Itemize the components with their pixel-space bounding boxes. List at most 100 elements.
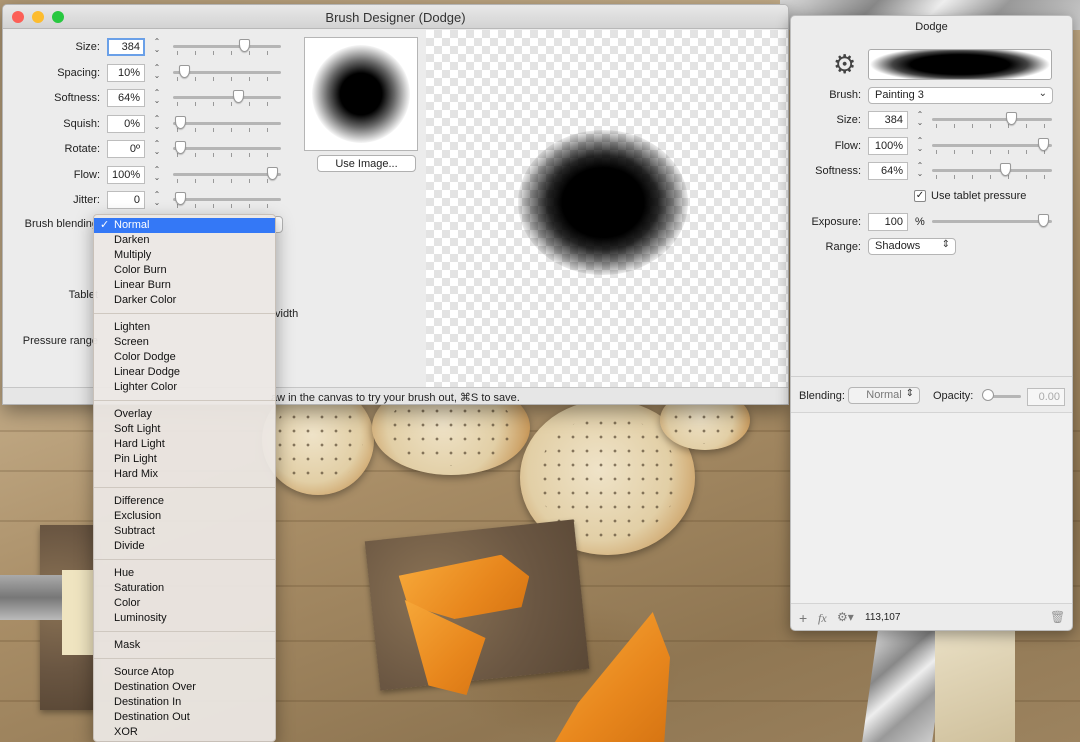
menu-item-subtract[interactable]: Subtract: [94, 524, 275, 539]
checkmark-icon: ✓: [100, 219, 110, 231]
menu-item-overlay[interactable]: Overlay: [94, 407, 275, 422]
rotate-label: Rotate:: [64, 143, 100, 155]
menu-item-linear-burn[interactable]: Linear Burn: [94, 278, 275, 293]
softness-label: Softness:: [54, 92, 100, 104]
spacing-stepper[interactable]: ⌃ ⌄: [152, 64, 162, 82]
panel-title: Dodge: [915, 21, 948, 33]
rotate-slider[interactable]: [173, 147, 281, 150]
flow-field[interactable]: 100%: [107, 166, 145, 184]
menu-item-lighter-color[interactable]: Lighter Color: [94, 380, 275, 395]
menu-item-soft-light[interactable]: Soft Light: [94, 422, 275, 437]
exposure-slider[interactable]: [932, 220, 1052, 223]
menu-item-hard-mix[interactable]: Hard Mix: [94, 467, 275, 482]
menu-separator: [94, 487, 275, 488]
squish-slider-ticks: [177, 128, 281, 132]
use-image-button[interactable]: Use Image...: [317, 155, 416, 172]
softness-field[interactable]: 64%: [107, 89, 145, 107]
menu-item-linear-dodge[interactable]: Linear Dodge: [94, 365, 275, 380]
softness-stepper[interactable]: ⌃ ⌄: [152, 89, 162, 107]
menu-item-pin-light[interactable]: Pin Light: [94, 452, 275, 467]
menu-item-destination-over[interactable]: Destination Over: [94, 680, 275, 695]
menu-item-saturation[interactable]: Saturation: [94, 581, 275, 596]
tablet-pressure-checkbox[interactable]: ✓: [914, 190, 926, 202]
menu-item-xor[interactable]: XOR: [94, 725, 275, 740]
jitter-stepper[interactable]: ⌃ ⌄: [152, 191, 162, 209]
brush-select[interactable]: Painting 3 ⌄: [868, 87, 1053, 104]
menu-separator: [94, 631, 275, 632]
menu-item-lighten[interactable]: Lighten: [94, 320, 275, 335]
menu-item-normal[interactable]: ✓ Normal: [94, 218, 275, 233]
menu-item-multiply[interactable]: Multiply: [94, 248, 275, 263]
size-slider[interactable]: [173, 45, 281, 48]
menu-item-luminosity[interactable]: Luminosity: [94, 611, 275, 626]
squish-stepper[interactable]: ⌃ ⌄: [152, 115, 162, 133]
menu-item-darken[interactable]: Darken: [94, 233, 275, 248]
rotate-stepper[interactable]: ⌃ ⌄: [152, 140, 162, 158]
flow-slider[interactable]: [932, 144, 1052, 147]
jitter-label: Jitter:: [73, 194, 100, 206]
spacing-label: Spacing:: [57, 67, 100, 79]
menu-item-difference[interactable]: Difference: [94, 494, 275, 509]
menu-separator: [94, 400, 275, 401]
size-field[interactable]: 384: [868, 111, 908, 129]
softness-label: Softness:: [815, 165, 861, 177]
spacing-field[interactable]: 10%: [107, 64, 145, 82]
status-text: aw in the canvas to try your brush out, …: [271, 392, 520, 404]
squish-field[interactable]: 0%: [107, 115, 145, 133]
menu-item-screen[interactable]: Screen: [94, 335, 275, 350]
jitter-field[interactable]: 0: [107, 191, 145, 209]
flow-label: Flow:: [73, 169, 100, 181]
menu-item-exclusion[interactable]: Exclusion: [94, 509, 275, 524]
jitter-slider[interactable]: [173, 198, 281, 201]
exposure-label: Exposure:: [811, 216, 861, 228]
gear-icon[interactable]: ⚙: [833, 51, 856, 77]
menu-item-hard-light[interactable]: Hard Light: [94, 437, 275, 452]
tablet-pressure-label: Use tablet pressure: [931, 190, 1027, 202]
effects-icon[interactable]: fx: [818, 611, 827, 626]
chevron-down-icon: ⌄: [1038, 88, 1047, 99]
softness-slider[interactable]: [173, 96, 281, 99]
rotate-slider-ticks: [177, 153, 281, 157]
menu-item-darker-color[interactable]: Darker Color: [94, 293, 275, 308]
test-canvas[interactable]: [426, 30, 788, 387]
exposure-field[interactable]: 100: [868, 213, 908, 231]
add-icon[interactable]: +: [799, 610, 807, 626]
menu-item-destination-out[interactable]: Destination Out: [94, 710, 275, 725]
squish-slider[interactable]: [173, 122, 281, 125]
size-label: Size:: [836, 114, 861, 126]
flow-stepper[interactable]: ⌃ ⌄: [915, 137, 925, 155]
menu-item-source-atop[interactable]: Source Atop: [94, 665, 275, 680]
softness-slider[interactable]: [932, 169, 1052, 172]
menu-item-divide[interactable]: Divide: [94, 539, 275, 554]
size-stepper[interactable]: ⌃ ⌄: [915, 111, 925, 129]
squish-label: Squish:: [63, 118, 100, 130]
blending-select[interactable]: Normal ⇕: [848, 387, 920, 404]
dodge-panel: Dodge ⚙ Brush: Painting 3 ⌄ Size: 384 ⌃ ⌄ …: [790, 15, 1073, 631]
flow-stepper[interactable]: ⌃ ⌄: [152, 166, 162, 184]
size-slider-ticks: [936, 124, 1052, 128]
menu-item-destination-in[interactable]: Destination In: [94, 695, 275, 710]
divider: [791, 376, 1072, 377]
opacity-slider-knob[interactable]: [982, 389, 994, 401]
softness-field[interactable]: 64%: [868, 162, 908, 180]
layer-list[interactable]: [791, 412, 1072, 604]
range-select[interactable]: Shadows ⇕: [868, 238, 956, 255]
size-stepper[interactable]: ⌃ ⌄: [152, 38, 162, 56]
trash-icon[interactable]: 🗑: [1050, 610, 1065, 624]
cursor-coordinates: 113,107: [865, 612, 901, 623]
size-slider[interactable]: [932, 118, 1052, 121]
menu-item-mask[interactable]: Mask: [94, 638, 275, 653]
exposure-slider-knob[interactable]: [1038, 214, 1049, 227]
gear-menu-icon[interactable]: ⚙▾: [837, 610, 854, 624]
menu-item-color-dodge[interactable]: Color Dodge: [94, 350, 275, 365]
opacity-field[interactable]: 0.00: [1027, 388, 1065, 406]
size-field[interactable]: 384: [107, 38, 145, 56]
menu-item-color[interactable]: Color: [94, 596, 275, 611]
flow-slider[interactable]: [173, 173, 281, 176]
flow-field[interactable]: 100%: [868, 137, 908, 155]
softness-stepper[interactable]: ⌃ ⌄: [915, 162, 925, 180]
blending-label: Blending:: [799, 390, 845, 402]
rotate-field[interactable]: 0º: [107, 140, 145, 158]
menu-item-color-burn[interactable]: Color Burn: [94, 263, 275, 278]
menu-item-hue[interactable]: Hue: [94, 566, 275, 581]
